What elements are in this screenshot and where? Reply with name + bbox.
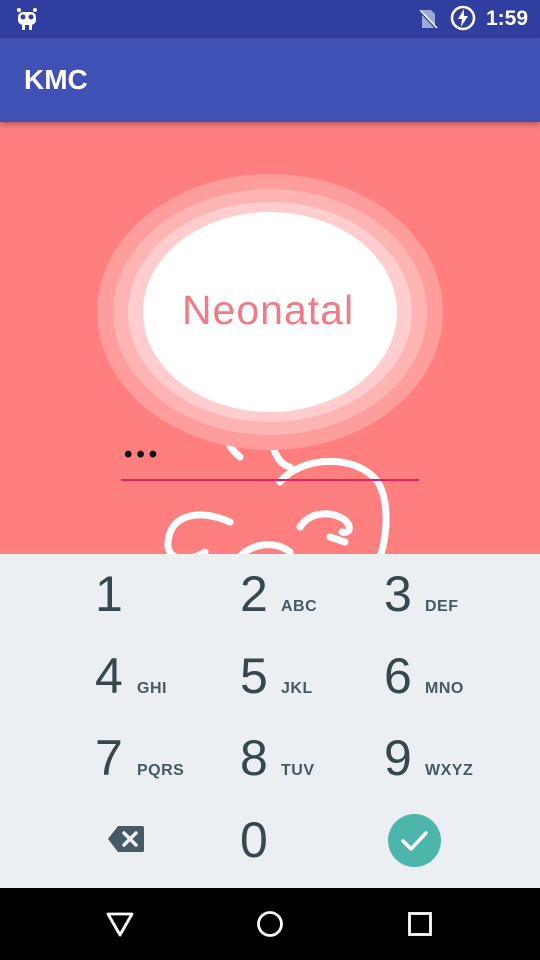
key-digit: 0 (240, 812, 268, 868)
key-9[interactable]: 9 WXYZ (349, 730, 529, 812)
logo-text: Neonatal (182, 287, 354, 333)
backspace-icon[interactable] (107, 824, 145, 854)
pin-field-underline (121, 479, 419, 481)
key-digit: 5 (240, 648, 268, 704)
key-digit: 3 (384, 566, 412, 622)
confirm-button[interactable] (388, 814, 441, 867)
status-clock: 1:59 (485, 7, 528, 30)
login-content: Neonatal ••• (0, 122, 540, 554)
neonatal-logo: Neonatal (97, 174, 443, 554)
key-digit: 2 (240, 566, 268, 622)
key-0[interactable]: 0 (205, 812, 385, 894)
home-icon[interactable] (255, 909, 285, 939)
system-nav-bar (0, 888, 540, 960)
key-digit: 4 (95, 648, 123, 704)
pin-field[interactable]: ••• (124, 443, 161, 467)
key-letters: MNO (425, 680, 464, 697)
numeric-keypad: 1 2 ABC 3 DEF 4 GHI 5 JKL 6 MNO 7 PQRS 8… (0, 554, 540, 888)
app-title: KMC (24, 64, 88, 95)
back-icon[interactable] (105, 909, 135, 939)
key-letters: GHI (137, 680, 167, 697)
key-digit: 6 (384, 648, 412, 704)
key-letters: PQRS (137, 762, 185, 779)
status-bar: 1:59 (0, 0, 540, 38)
key-digit: 1 (95, 566, 123, 622)
key-digit: 9 (384, 730, 412, 786)
key-letters: WXYZ (425, 762, 474, 779)
no-sim-icon (418, 9, 438, 30)
key-letters: ABC (281, 598, 318, 615)
key-3[interactable]: 3 DEF (349, 566, 529, 648)
key-letters: JKL (281, 680, 313, 697)
recents-icon[interactable] (405, 909, 435, 939)
app-bar: KMC (0, 38, 540, 122)
key-letters: TUV (281, 762, 315, 779)
key-digit: 7 (95, 730, 123, 786)
battery-charging-icon (450, 5, 476, 31)
check-icon (401, 831, 428, 851)
key-6[interactable]: 6 MNO (349, 648, 529, 730)
android-debug-icon (17, 8, 37, 30)
key-digit: 8 (240, 730, 268, 786)
key-letters: DEF (425, 598, 459, 615)
